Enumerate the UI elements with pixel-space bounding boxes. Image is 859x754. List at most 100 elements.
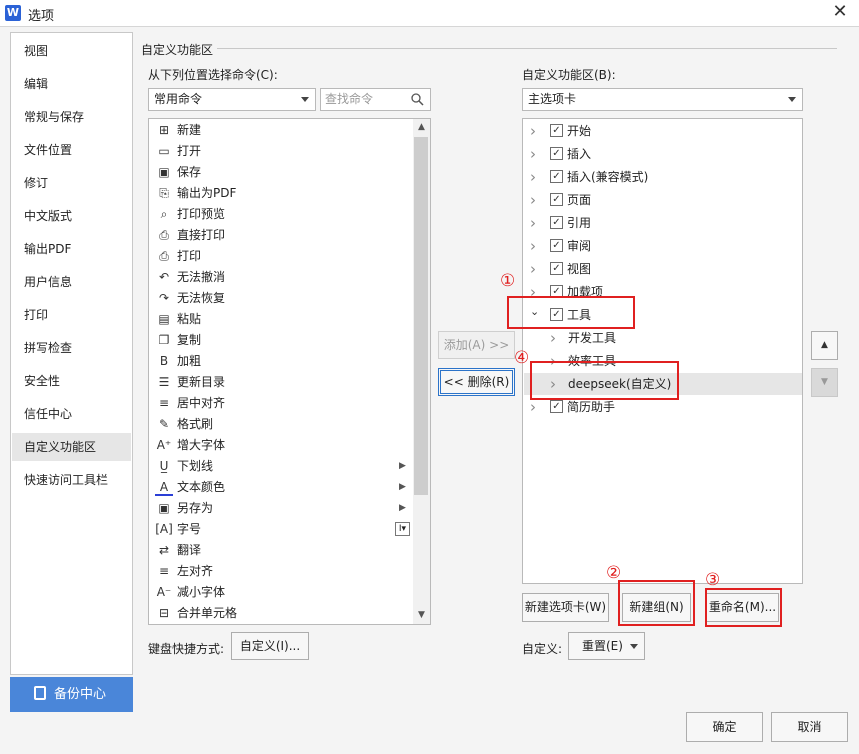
sidebar-item[interactable]: 编辑 bbox=[12, 70, 131, 98]
command-item[interactable]: ↶ 无法撤消 bbox=[153, 267, 411, 288]
command-label: 格式刷 bbox=[177, 417, 214, 431]
ribbon-tab-node[interactable]: › ✓ 引用 bbox=[524, 212, 802, 234]
search-icon bbox=[411, 93, 424, 106]
reset-button-label: 重置(E) bbox=[582, 639, 623, 653]
backup-center-button[interactable]: 备份中心 bbox=[10, 677, 133, 712]
checkbox[interactable]: ✓ bbox=[550, 124, 563, 137]
sidebar-item[interactable]: 自定义功能区 bbox=[12, 433, 131, 461]
chevron-right-icon[interactable]: › bbox=[530, 166, 536, 188]
sidebar-item[interactable]: 信任中心 bbox=[12, 400, 131, 428]
sidebar-item[interactable]: 修订 bbox=[12, 169, 131, 197]
chevron-right-icon[interactable]: › bbox=[530, 189, 536, 211]
add-button[interactable]: 添加(A) >> bbox=[438, 331, 515, 359]
sidebar-item[interactable]: 安全性 bbox=[12, 367, 131, 395]
sidebar-item[interactable]: 打印 bbox=[12, 301, 131, 329]
search-input[interactable]: 查找命令 bbox=[320, 88, 431, 111]
scroll-thumb[interactable] bbox=[414, 137, 428, 495]
sidebar-item[interactable]: 快速访问工具栏 bbox=[12, 466, 131, 494]
move-up-button[interactable]: ▲ bbox=[811, 331, 838, 360]
command-label: 直接打印 bbox=[177, 228, 226, 242]
copy-icon: ❐ bbox=[158, 333, 170, 347]
ribbon-tab-node[interactable]: › ✓ 视图 bbox=[524, 258, 802, 280]
checkbox[interactable]: ✓ bbox=[550, 400, 563, 413]
chevron-right-icon[interactable]: › bbox=[530, 235, 536, 257]
command-item[interactable]: ↷ 无法恢复 bbox=[153, 288, 411, 309]
sidebar-item[interactable]: 中文版式 bbox=[12, 202, 131, 230]
move-down-button[interactable]: ▼ bbox=[811, 368, 838, 397]
paste-icon: ▤ bbox=[158, 312, 170, 326]
sidebar-item[interactable]: 拼写检查 bbox=[12, 334, 131, 362]
close-icon[interactable]: ✕ bbox=[829, 1, 851, 23]
command-item[interactable]: ⎙ 直接打印 bbox=[153, 225, 411, 246]
new-icon: ⊞ bbox=[158, 123, 170, 137]
chevron-right-icon[interactable]: › bbox=[530, 143, 536, 165]
command-item[interactable]: ⎙ 打印 bbox=[153, 246, 411, 267]
tree-node-label: 页面 bbox=[567, 193, 592, 207]
command-item[interactable]: ⌕ 打印预览 bbox=[153, 204, 411, 225]
ribbon-tab-node[interactable]: › ✓ 开始 bbox=[524, 120, 802, 142]
source-label: 从下列位置选择命令(C): bbox=[148, 68, 278, 82]
ribbon-tab-node[interactable]: › ✓ 插入 bbox=[524, 143, 802, 165]
customize-label: 自定义: bbox=[522, 642, 563, 656]
command-item[interactable]: ⊟ 合并单元格 bbox=[153, 603, 411, 624]
checkbox[interactable]: ✓ bbox=[550, 193, 563, 206]
customize-shortcut-button[interactable]: 自定义(I)... bbox=[231, 632, 309, 660]
command-item[interactable]: ▣ 保存 bbox=[153, 162, 411, 183]
chevron-right-icon[interactable]: › bbox=[530, 120, 536, 142]
sidebar-item[interactable]: 视图 bbox=[12, 37, 131, 65]
command-item[interactable]: ❐ 复制 bbox=[153, 330, 411, 351]
cancel-button[interactable]: 取消 bbox=[771, 712, 848, 742]
command-item[interactable]: ⇄ 翻译 bbox=[153, 540, 411, 561]
checkbox[interactable]: ✓ bbox=[550, 216, 563, 229]
command-item[interactable]: [A] 字号 I▾ bbox=[153, 519, 411, 540]
command-item[interactable]: U̲ 下划线 ▶ bbox=[153, 456, 411, 477]
checkbox[interactable]: ✓ bbox=[550, 147, 563, 160]
target-select[interactable]: 主选项卡 bbox=[522, 88, 803, 111]
command-item[interactable]: ▣ 另存为 ▶ bbox=[153, 498, 411, 519]
checkbox[interactable]: ✓ bbox=[550, 170, 563, 183]
sidebar-item[interactable]: 常规与保存 bbox=[12, 103, 131, 131]
checkbox[interactable]: ✓ bbox=[550, 239, 563, 252]
command-item[interactable]: ⊞ 新建 bbox=[153, 120, 411, 141]
ribbon-group-node[interactable]: › 开发工具 bbox=[524, 327, 802, 349]
ribbon-tree[interactable]: › ✓ 开始 › ✓ 插入 › ✓ 插入(兼容模式) › ✓ 页面 › ✓ 引用 › ✓ 审阅 › ✓ 视图 › ✓ 加载项 ⌄… bbox=[522, 118, 803, 584]
font-color-icon: A bbox=[155, 479, 173, 496]
chevron-right-icon[interactable]: › bbox=[550, 327, 556, 349]
new-tab-button[interactable]: 新建选项卡(W) bbox=[522, 593, 609, 622]
command-item[interactable]: B 加粗 bbox=[153, 351, 411, 372]
open-icon: ▭ bbox=[158, 144, 170, 158]
command-item[interactable]: ≡ 左对齐 bbox=[153, 561, 411, 582]
save-icon: ▣ bbox=[158, 165, 170, 179]
sidebar-item[interactable]: 文件位置 bbox=[12, 136, 131, 164]
command-item[interactable]: ✎ 格式刷 bbox=[153, 414, 411, 435]
source-select[interactable]: 常用命令 bbox=[148, 88, 316, 111]
ok-button[interactable]: 确定 bbox=[686, 712, 763, 742]
command-item[interactable]: A 文本颜色 ▶ bbox=[153, 477, 411, 498]
command-item[interactable]: A⁺ 增大字体 bbox=[153, 435, 411, 456]
save-as-icon: ▣ bbox=[158, 501, 170, 515]
scroll-down-icon[interactable]: ▼ bbox=[413, 607, 430, 624]
update-toc-icon: ☰ bbox=[158, 375, 170, 389]
chevron-right-icon[interactable]: › bbox=[530, 212, 536, 234]
command-item[interactable]: ▭ 打开 bbox=[153, 141, 411, 162]
command-list[interactable]: ⊞ 新建 ▭ 打开 ▣ 保存 ⎘ 输出为PDF ⌕ 打印预览 ⎙ 直接打印 ⎙ 打印 ↶ 无法撤消 ↷ 无法恢复 ▤… bbox=[148, 118, 431, 625]
command-item[interactable]: ▤ 粘贴 bbox=[153, 309, 411, 330]
ribbon-tab-node[interactable]: › ✓ 页面 bbox=[524, 189, 802, 211]
chevron-right-icon[interactable]: › bbox=[530, 258, 536, 280]
reset-button[interactable]: 重置(E) bbox=[568, 632, 645, 660]
shrink-font-icon: A⁻ bbox=[156, 585, 172, 599]
tree-node-label: 引用 bbox=[567, 216, 592, 230]
command-item[interactable]: ≡ 居中对齐 bbox=[153, 393, 411, 414]
sidebar-item[interactable]: 用户信息 bbox=[12, 268, 131, 296]
ribbon-tab-node[interactable]: › ✓ 审阅 bbox=[524, 235, 802, 257]
remove-button[interactable]: << 删除(R) bbox=[438, 368, 515, 396]
scroll-up-icon[interactable]: ▲ bbox=[413, 119, 430, 136]
ribbon-tab-node[interactable]: › ✓ 插入(兼容模式) bbox=[524, 166, 802, 188]
command-item[interactable]: ⎘ 输出为PDF bbox=[153, 183, 411, 204]
target-select-value: 主选项卡 bbox=[528, 92, 577, 106]
sidebar-item[interactable]: 输出PDF bbox=[12, 235, 131, 263]
command-label: 粘贴 bbox=[177, 312, 202, 326]
command-item[interactable]: ☰ 更新目录 bbox=[153, 372, 411, 393]
checkbox[interactable]: ✓ bbox=[550, 262, 563, 275]
command-item[interactable]: A⁻ 减小字体 bbox=[153, 582, 411, 603]
